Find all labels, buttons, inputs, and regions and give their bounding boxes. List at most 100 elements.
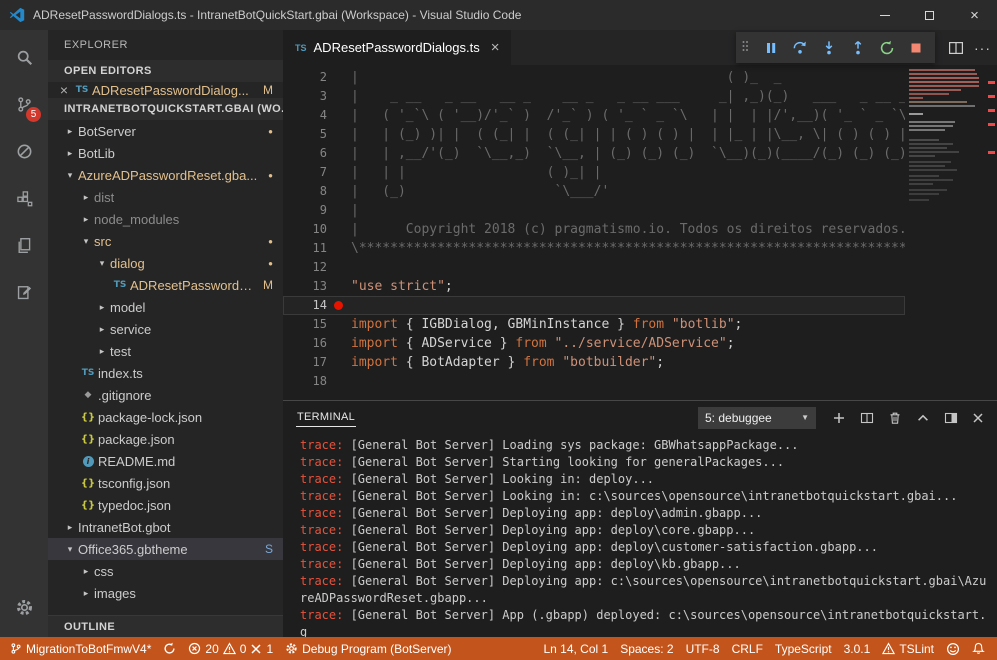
minimize-button[interactable] — [862, 0, 907, 30]
code-line-10[interactable]: 10| Copyright 2018 (c) pragmatismo.io. T… — [283, 220, 905, 239]
tree-item-office365-gbtheme[interactable]: ▾Office365.gbthemeS — [48, 538, 283, 560]
maximize-panel-button[interactable] — [916, 411, 930, 425]
activity-explorer[interactable] — [0, 222, 48, 269]
tree-item-images[interactable]: ▸images — [48, 582, 283, 604]
status-problems[interactable]: 2001 — [182, 637, 279, 660]
code-line-16[interactable]: 16import { ADService } from "../service/… — [283, 334, 905, 353]
outline-header[interactable]: OUTLINE — [48, 615, 283, 637]
step-over-button[interactable] — [785, 33, 814, 62]
activity-source-control[interactable]: 5 — [0, 81, 48, 128]
tree-item-gitignore[interactable]: ◆.gitignore — [48, 384, 283, 406]
code-line-2[interactable]: 2| ( )_ _ | — [283, 68, 905, 87]
tree-item-typedoc-json[interactable]: {}typedoc.json — [48, 494, 283, 516]
terminal-text: [General Bot Server] Deploying app: depl… — [343, 506, 762, 520]
status-cursor-position[interactable]: Ln 14, Col 1 — [537, 637, 614, 660]
step-into-button[interactable] — [814, 33, 843, 62]
code-line-6[interactable]: 6| | ,__/'(_) `\__,_) `\__, | (_) (_) (_… — [283, 144, 905, 163]
open-editor-item[interactable]: ×TSADResetPasswordDialog...M — [48, 82, 283, 98]
tree-item-botlib[interactable]: ▸BotLib — [48, 142, 283, 164]
tree-item-test[interactable]: ▸test — [48, 340, 283, 362]
activity-edit[interactable] — [0, 269, 48, 316]
tree-item-adresetpassworddial[interactable]: TSADResetPasswordDial...M — [48, 274, 283, 296]
stop-button[interactable] — [901, 33, 930, 62]
status-notifications[interactable] — [966, 637, 991, 660]
status-eol[interactable]: CRLF — [726, 637, 769, 660]
code-line-18[interactable]: 18 — [283, 372, 905, 391]
file-label: model — [110, 300, 145, 315]
code-line-15[interactable]: 15import { IGBDialog, GBMinInstance } fr… — [283, 315, 905, 334]
ellipsis-icon: ··· — [974, 40, 991, 56]
activity-extensions[interactable] — [0, 175, 48, 222]
tab-close-icon[interactable]: × — [491, 39, 500, 56]
file-label: ADResetPasswordDial... — [130, 278, 257, 293]
tree-item-readme-md[interactable]: iREADME.md — [48, 450, 283, 472]
status-tslint[interactable]: TSLint — [876, 637, 940, 660]
close-panel-button[interactable] — [972, 412, 984, 424]
split-editor-button[interactable] — [948, 40, 964, 56]
restart-button[interactable] — [872, 33, 901, 62]
tree-item-intranetbot-gbot[interactable]: ▸IntranetBot.gbot — [48, 516, 283, 538]
code-text: \***************************************… — [351, 239, 905, 258]
more-actions-button[interactable]: ··· — [974, 40, 991, 56]
tree-item-azureadpasswordreset-gba[interactable]: ▾AzureADPasswordReset.gba...● — [48, 164, 283, 186]
tree-item-model[interactable]: ▸model — [48, 296, 283, 318]
overview-ruler[interactable] — [985, 65, 997, 400]
kill-terminal-button[interactable] — [888, 411, 902, 425]
tab-bar: TS ADResetPasswordDialogs.ts × ··· — [283, 30, 997, 65]
status-indentation[interactable]: Spaces: 2 — [614, 637, 679, 660]
tree-item-package-json[interactable]: {}package.json — [48, 428, 283, 450]
gutter-decoration — [327, 144, 351, 163]
maximize-icon — [925, 11, 934, 20]
tree-item-dialog[interactable]: ▾dialog● — [48, 252, 283, 274]
code-line-7[interactable]: 7| | | ( )_| | | — [283, 163, 905, 182]
close-icon[interactable]: × — [56, 82, 72, 98]
code-line-5[interactable]: 5| | (_) )| | ( (_| | ( (_| | | ( ) ( ) … — [283, 125, 905, 144]
activity-search[interactable] — [0, 34, 48, 81]
code-line-14[interactable]: 14 — [283, 296, 905, 315]
tab-terminal[interactable]: TERMINAL — [296, 408, 356, 427]
code-line-3[interactable]: 3| _ __ _ __ __ _ __ _ _ __ ___ _| ,_)(_… — [283, 87, 905, 106]
tree-item-css[interactable]: ▸css — [48, 560, 283, 582]
code-line-9[interactable]: 9| | — [283, 201, 905, 220]
close-button[interactable]: × — [952, 0, 997, 30]
status-ts-version[interactable]: 3.0.1 — [838, 637, 877, 660]
terminal-output[interactable]: trace: [General Bot Server] Loading sys … — [283, 434, 997, 637]
maximize-button[interactable] — [907, 0, 952, 30]
tree-item-node-modules[interactable]: ▸node_modules — [48, 208, 283, 230]
tree-item-botserver[interactable]: ▸BotServer● — [48, 120, 283, 142]
status-debug-status[interactable]: Debug Program (BotServer) — [279, 637, 457, 660]
activity-debug[interactable] — [0, 128, 48, 175]
code-line-11[interactable]: 11\*************************************… — [283, 239, 905, 258]
code-line-12[interactable]: 12 — [283, 258, 905, 277]
status-git-branch[interactable]: MigrationToBotFmwV4* — [4, 637, 157, 660]
new-terminal-button[interactable] — [832, 411, 846, 425]
tab-adresetpassworddialogs[interactable]: TS ADResetPasswordDialogs.ts × — [283, 30, 511, 65]
error-icon — [188, 642, 201, 655]
terminal-selector[interactable]: 5: debuggee ▼ — [698, 407, 816, 429]
tree-item-package-lock-json[interactable]: {}package-lock.json — [48, 406, 283, 428]
code-editor[interactable]: 2| ( )_ _ |3| _ __ _ __ __ _ __ _ _ __ _… — [283, 65, 997, 400]
code-line-13[interactable]: 13"use strict"; — [283, 277, 905, 296]
workspace-header[interactable]: INTRANETBOTQUICKSTART.GBAI (WO... — [48, 98, 283, 120]
split-terminal-button[interactable] — [860, 411, 874, 425]
move-panel-button[interactable] — [944, 411, 958, 425]
json-file-icon: {} — [78, 478, 98, 489]
explorer-sidebar: EXPLORER OPEN EDITORS ×TSADResetPassword… — [48, 30, 283, 637]
pause-button[interactable] — [756, 33, 785, 62]
tree-item-src[interactable]: ▾src● — [48, 230, 283, 252]
minimap[interactable] — [905, 65, 985, 400]
tree-item-dist[interactable]: ▸dist — [48, 186, 283, 208]
status-feedback[interactable] — [940, 637, 966, 660]
tree-item-service[interactable]: ▸service — [48, 318, 283, 340]
activity-settings[interactable] — [0, 584, 48, 631]
status-sync[interactable] — [157, 637, 182, 660]
tree-item-tsconfig-json[interactable]: {}tsconfig.json — [48, 472, 283, 494]
code-line-4[interactable]: 4| ( '_`\ ( '__)/'_` ) /'_` ) ( '_ ` _ `… — [283, 106, 905, 125]
step-out-button[interactable] — [843, 33, 872, 62]
code-line-8[interactable]: 8| (_) `\___/' | — [283, 182, 905, 201]
code-line-17[interactable]: 17import { BotAdapter } from "botbuilder… — [283, 353, 905, 372]
status-encoding[interactable]: UTF-8 — [680, 637, 726, 660]
status-language-mode[interactable]: TypeScript — [769, 637, 838, 660]
tree-item-index-ts[interactable]: TSindex.ts — [48, 362, 283, 384]
open-editors-header[interactable]: OPEN EDITORS — [48, 60, 283, 82]
